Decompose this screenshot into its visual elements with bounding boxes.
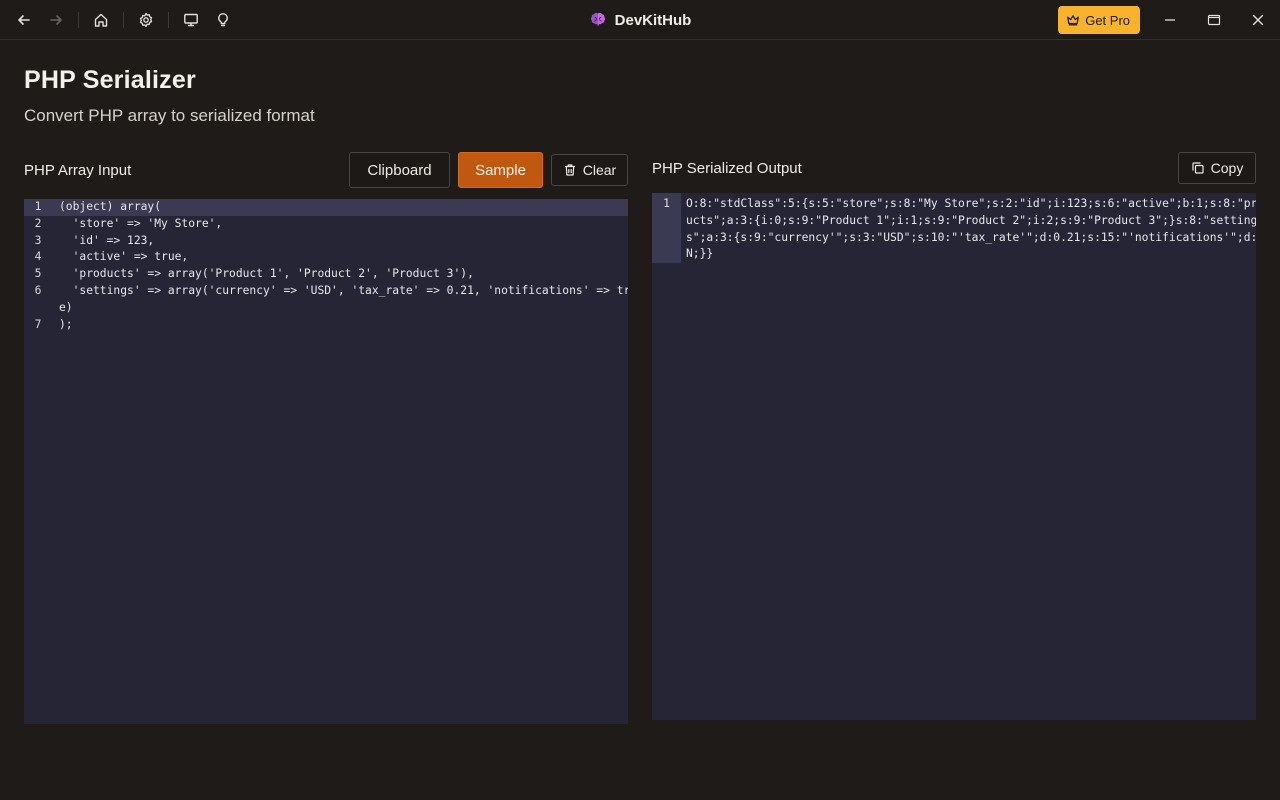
line-number: 4: [34, 250, 42, 264]
code-line: 2 'store' => 'My Store',: [24, 216, 628, 233]
line-code: 'store' => 'My Store',: [59, 216, 223, 230]
maximize-icon: [1207, 14, 1221, 26]
line-code: 'products' => array('Product 1', 'Produc…: [59, 267, 474, 281]
title-bar: DevKitHub Get Pro: [0, 0, 1280, 40]
arrow-left-icon: [18, 14, 30, 25]
page-title: PHP Serializer: [24, 66, 196, 94]
code-line: 7);: [24, 317, 628, 334]
line-code: 'settings' => array('currency' => 'USD',…: [59, 283, 628, 297]
code-line: 5 'products' => array('Product 1', 'Prod…: [24, 266, 628, 283]
maximize-button[interactable]: [1192, 0, 1236, 40]
clipboard-button[interactable]: Clipboard: [349, 152, 450, 188]
page-subtitle: Convert PHP array to serialized format: [24, 106, 315, 125]
line-number: 1: [34, 200, 42, 213]
output-wrapped-line: O:8:"stdClass":5:{s:5:"store";s:8:"My St…: [686, 197, 1256, 210]
serialized-output-editor[interactable]: 1 O:8:"stdClass":5:{s:5:"store";s:8:"My …: [652, 193, 1256, 720]
input-line-list: 1 (object) array( 2 'store' => 'My Store',…: [24, 199, 628, 333]
crown-icon: [1067, 15, 1080, 26]
theme-button[interactable]: [210, 7, 236, 33]
input-panel-label: PHP Array Input: [24, 162, 132, 179]
line-code: 'id' => 123,: [59, 233, 155, 247]
minimize-icon: [1165, 19, 1175, 21]
minimize-button[interactable]: [1148, 0, 1192, 40]
output-wrapped-line: N;}}: [686, 247, 714, 261]
window-controls: Get Pro: [1058, 0, 1280, 40]
clear-button-label: Clear: [582, 162, 617, 178]
app-name: DevKitHub: [614, 11, 692, 29]
arrow-right-icon: [50, 14, 62, 25]
monitor-icon: [184, 13, 198, 26]
close-button[interactable]: [1236, 0, 1280, 40]
output-line-number: 1: [663, 197, 670, 210]
nav-toolbar: [0, 0, 239, 40]
php-input-editor[interactable]: 1 (object) array( 2 'store' => 'My Store',…: [24, 199, 628, 724]
get-pro-label: Get Pro: [1085, 12, 1130, 28]
lightbulb-icon: [218, 12, 228, 26]
line-code: );: [59, 317, 73, 331]
brain-icon: [590, 12, 605, 27]
code-line: 6 'settings' => array('currency' => 'USD…: [24, 283, 628, 300]
back-button[interactable]: [11, 7, 37, 33]
toolbar-divider: [78, 11, 79, 28]
toolbar-divider: [123, 11, 124, 28]
code-line: 1 (object) array(: [24, 199, 628, 216]
trash-icon: [564, 164, 575, 176]
clear-button[interactable]: Clear: [551, 154, 628, 186]
home-button[interactable]: [88, 7, 114, 33]
output-wrapped-line: s";a:3:{s:9:"currency'";s:3:"USD";s:10:"…: [686, 230, 1256, 244]
sample-button-label: Sample: [475, 161, 526, 179]
gear-icon: [139, 12, 153, 27]
sample-button[interactable]: Sample: [458, 152, 543, 188]
line-code: (object) array(: [59, 200, 162, 213]
output-panel-label: PHP Serialized Output: [652, 160, 802, 177]
copy-icon: [1192, 162, 1204, 174]
line-number: 6: [34, 283, 42, 297]
output-wrapped-line: ucts";a:3:{i:0;s:9:"Product 1";i:1;s:9:"…: [686, 213, 1256, 227]
display-button[interactable]: [178, 7, 204, 33]
line-number: 7: [34, 317, 42, 331]
forward-button[interactable]: [43, 7, 69, 33]
clipboard-button-label: Clipboard: [367, 161, 432, 179]
toolbar-divider: [168, 11, 169, 28]
close-icon: [1252, 14, 1264, 26]
settings-button[interactable]: [133, 7, 159, 33]
line-number: 5: [34, 267, 42, 281]
line-number: 2: [34, 216, 42, 230]
copy-button[interactable]: Copy: [1178, 152, 1256, 184]
serialized-output-text[interactable]: O:8:"stdClass":5:{s:5:"store";s:8:"My St…: [686, 196, 1256, 263]
line-number: 3: [34, 233, 42, 247]
get-pro-button[interactable]: Get Pro: [1058, 6, 1140, 34]
code-line: 4 'active' => true,: [24, 249, 628, 266]
line-code: 'active' => true,: [59, 250, 189, 264]
code-line: 3 'id' => 123,: [24, 233, 628, 250]
copy-button-label: Copy: [1210, 160, 1244, 176]
line-code: e): [59, 300, 73, 314]
code-line: e): [24, 300, 628, 317]
home-icon: [94, 13, 108, 27]
